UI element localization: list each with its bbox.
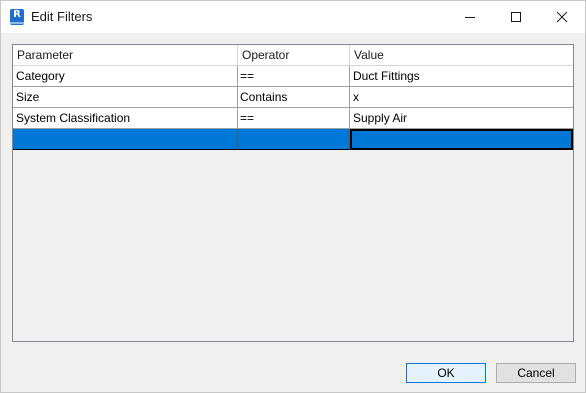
grid-header-row: Parameter Operator Value [13,45,573,66]
column-header-value[interactable]: Value [350,45,573,66]
app-icon-letter: R [13,9,21,20]
new-operator-cell[interactable] [238,129,350,150]
minimize-icon [465,17,475,18]
table-row[interactable]: Size Contains x [13,87,573,108]
minimize-button[interactable] [447,1,493,33]
window-title: Edit Filters [31,9,93,24]
cancel-button[interactable]: Cancel [496,363,576,383]
ok-button[interactable]: OK [406,363,486,383]
column-header-parameter[interactable]: Parameter [13,45,238,66]
table-row[interactable]: Category == Duct Fittings [13,66,573,87]
value-cell[interactable]: Supply Air [350,108,573,129]
column-header-operator[interactable]: Operator [238,45,350,66]
parameter-cell[interactable]: Category [13,66,238,87]
filters-grid[interactable]: Parameter Operator Value Category == Duc… [12,44,574,342]
edit-filters-dialog: R Edit Filters Parameter Operator Value [0,0,586,393]
value-cell[interactable]: x [350,87,573,108]
operator-cell[interactable]: == [238,108,350,129]
operator-cell[interactable]: == [238,66,350,87]
title-bar[interactable]: R Edit Filters [1,1,585,33]
value-cell[interactable]: Duct Fittings [350,66,573,87]
new-parameter-cell[interactable] [13,129,238,150]
parameter-cell[interactable]: System Classification [13,108,238,129]
table-row[interactable]: System Classification == Supply Air [13,108,573,129]
revit-app-icon: R [10,9,24,25]
operator-cell[interactable]: Contains [238,87,350,108]
new-row-selected[interactable] [13,129,573,150]
close-button[interactable] [539,1,585,33]
maximize-button[interactable] [493,1,539,33]
maximize-icon [511,12,521,22]
close-icon [556,11,568,23]
parameter-cell[interactable]: Size [13,87,238,108]
new-value-cell-focused[interactable] [350,129,573,150]
